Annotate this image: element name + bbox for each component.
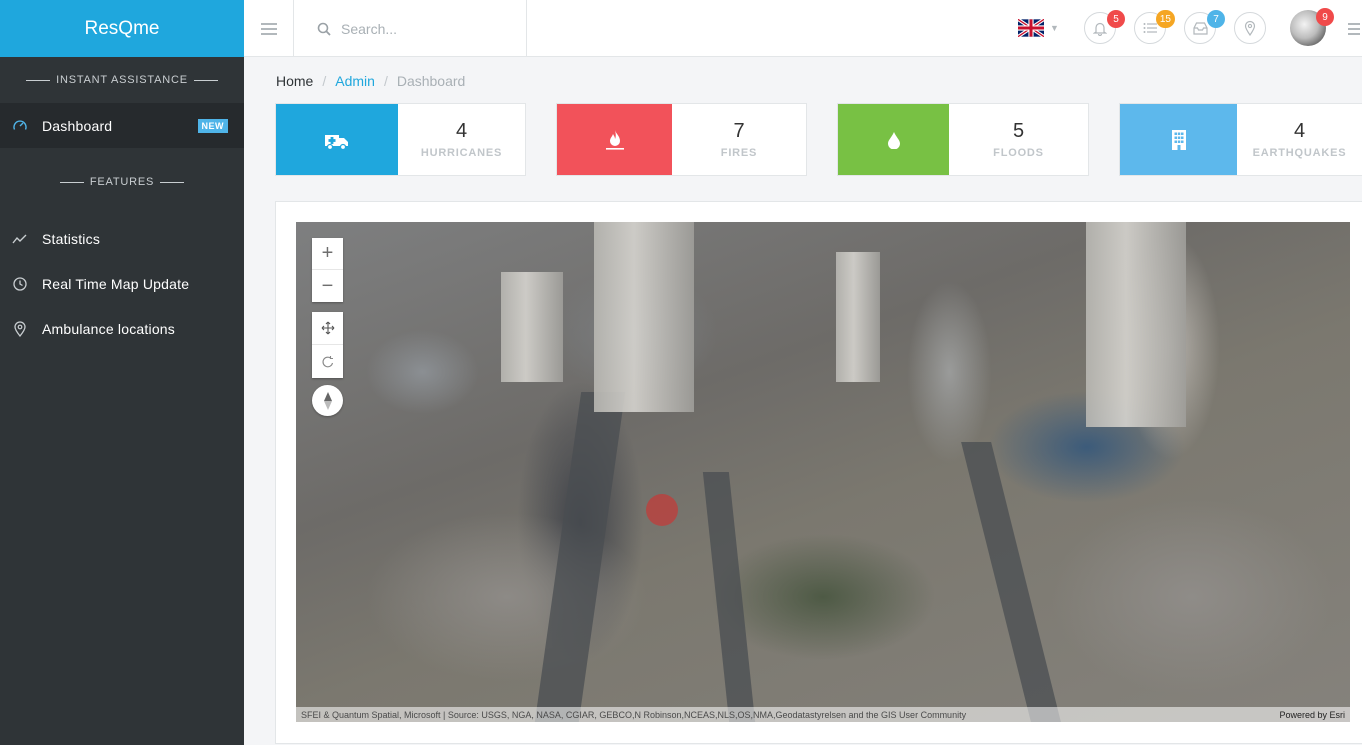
stat-label: FLOODS bbox=[993, 147, 1044, 159]
stat-value: 4 bbox=[455, 120, 468, 142]
breadcrumb-admin-link[interactable]: Admin bbox=[335, 73, 375, 89]
hamburger-icon bbox=[260, 22, 277, 35]
uk-flag-icon bbox=[1018, 19, 1044, 37]
tasks-count-badge: 15 bbox=[1155, 10, 1175, 28]
sidebar-item-label: Real Time Map Update bbox=[42, 275, 190, 292]
messages-button[interactable]: 7 bbox=[1184, 10, 1225, 44]
water-drop-icon bbox=[838, 104, 949, 175]
search-bar bbox=[295, 0, 527, 57]
inbox-icon bbox=[1192, 21, 1208, 35]
3d-scene-map[interactable]: + − SFEI & Quantum Spatial, Microsoft | … bbox=[296, 222, 1350, 722]
language-selector[interactable]: ▼ bbox=[1018, 19, 1059, 37]
dashboard-gauge-icon bbox=[12, 118, 42, 134]
stat-card-earthquakes: 4 EARTHQUAKES bbox=[1119, 103, 1362, 176]
rotate-icon bbox=[321, 355, 333, 367]
brand-logo[interactable]: ResQme bbox=[0, 0, 244, 57]
map-street bbox=[961, 442, 1061, 722]
compass-button[interactable] bbox=[312, 385, 343, 416]
stat-card-fires: 7 FIRES bbox=[556, 103, 807, 176]
bell-icon bbox=[1093, 22, 1107, 36]
search-icon bbox=[317, 22, 331, 36]
search-input[interactable] bbox=[341, 20, 511, 37]
breadcrumb-separator: / bbox=[322, 73, 327, 89]
map-panel: + − SFEI & Quantum Spatial, Microsoft | … bbox=[275, 201, 1362, 744]
breadcrumb-current: Dashboard bbox=[396, 73, 466, 89]
location-button[interactable] bbox=[1234, 12, 1266, 44]
rotate-mode-button[interactable] bbox=[312, 345, 343, 378]
line-chart-icon bbox=[12, 231, 42, 247]
list-icon bbox=[1143, 23, 1157, 33]
stat-value: 7 bbox=[733, 120, 745, 142]
stat-label: FIRES bbox=[720, 147, 758, 159]
nav-heading-features: FEATURES bbox=[0, 148, 244, 216]
navigation-controls bbox=[312, 312, 343, 378]
stat-info: 4 EARTHQUAKES bbox=[1237, 104, 1362, 175]
stat-info: 5 FLOODS bbox=[949, 104, 1088, 175]
incident-marker[interactable] bbox=[646, 494, 678, 526]
sidebar-item-statistics[interactable]: Statistics bbox=[0, 216, 244, 261]
map-building bbox=[501, 272, 563, 382]
plus-icon: + bbox=[321, 242, 334, 264]
map-pin-icon bbox=[1244, 20, 1256, 36]
sidebar-item-real-time-map-update[interactable]: Real Time Map Update bbox=[0, 261, 244, 306]
powered-by-link[interactable]: Powered by Esri bbox=[1279, 710, 1345, 720]
map-pin-icon bbox=[12, 320, 42, 337]
stat-label: EARTHQUAKES bbox=[1252, 147, 1347, 159]
right-menu-button[interactable] bbox=[1348, 22, 1360, 41]
sidebar: ResQme INSTANT ASSISTANCE Dashboard NEW … bbox=[0, 0, 244, 745]
messages-count-badge: 7 bbox=[1207, 10, 1225, 28]
nav-heading-label: INSTANT ASSISTANCE bbox=[56, 74, 188, 86]
map-street bbox=[702, 472, 756, 722]
pan-mode-button[interactable] bbox=[312, 312, 343, 345]
stat-card-hurricanes: 4 HURRICANES bbox=[275, 103, 526, 176]
stat-card-floods: 5 FLOODS bbox=[837, 103, 1089, 176]
topbar: ▼ 5 15 7 9 bbox=[244, 0, 1362, 57]
user-avatar[interactable]: 9 bbox=[1290, 8, 1334, 46]
building-icon bbox=[1120, 104, 1237, 175]
sidebar-item-ambulance-locations[interactable]: Ambulance locations bbox=[0, 306, 244, 351]
nav-heading-label: FEATURES bbox=[89, 176, 155, 188]
avatar-count-badge: 9 bbox=[1316, 8, 1334, 26]
nav-heading-instant-assistance: INSTANT ASSISTANCE bbox=[0, 57, 244, 103]
map-building bbox=[594, 222, 694, 412]
tasks-button[interactable]: 15 bbox=[1134, 10, 1175, 44]
fire-icon bbox=[557, 104, 672, 175]
caret-down-icon: ▼ bbox=[1050, 23, 1059, 33]
ambulance-icon bbox=[276, 104, 398, 175]
zoom-in-button[interactable]: + bbox=[312, 238, 343, 270]
notifications-count-badge: 5 bbox=[1107, 10, 1125, 28]
sidebar-toggle-button[interactable] bbox=[244, 0, 294, 57]
zoom-out-button[interactable]: − bbox=[312, 270, 343, 302]
new-badge: NEW bbox=[197, 118, 228, 133]
stat-info: 7 FIRES bbox=[672, 104, 806, 175]
stat-value: 4 bbox=[1293, 120, 1306, 142]
stat-label: HURRICANES bbox=[420, 147, 503, 159]
zoom-controls: + − bbox=[312, 238, 343, 302]
compass-icon bbox=[323, 391, 332, 410]
map-attribution: SFEI & Quantum Spatial, Microsoft | Sour… bbox=[296, 707, 1350, 722]
clock-icon bbox=[12, 276, 42, 292]
map-building bbox=[836, 252, 880, 382]
minus-icon: − bbox=[321, 274, 334, 297]
stat-info: 4 HURRICANES bbox=[398, 104, 525, 175]
menu-icon bbox=[1348, 23, 1360, 35]
move-arrows-icon bbox=[321, 321, 334, 335]
sidebar-item-label: Statistics bbox=[42, 230, 101, 247]
map-street bbox=[534, 392, 626, 722]
map-building bbox=[1086, 222, 1186, 427]
sidebar-item-dashboard[interactable]: Dashboard NEW bbox=[0, 103, 244, 148]
stat-value: 5 bbox=[1012, 120, 1025, 142]
sidebar-item-label: Dashboard bbox=[42, 117, 113, 134]
breadcrumb-home-link[interactable]: Home bbox=[276, 73, 313, 89]
sidebar-item-label: Ambulance locations bbox=[42, 320, 175, 337]
notifications-button[interactable]: 5 bbox=[1084, 10, 1125, 44]
breadcrumb-separator: / bbox=[383, 73, 388, 89]
attribution-text: SFEI & Quantum Spatial, Microsoft | Sour… bbox=[301, 709, 967, 720]
breadcrumb: Home / Admin / Dashboard bbox=[276, 73, 465, 89]
